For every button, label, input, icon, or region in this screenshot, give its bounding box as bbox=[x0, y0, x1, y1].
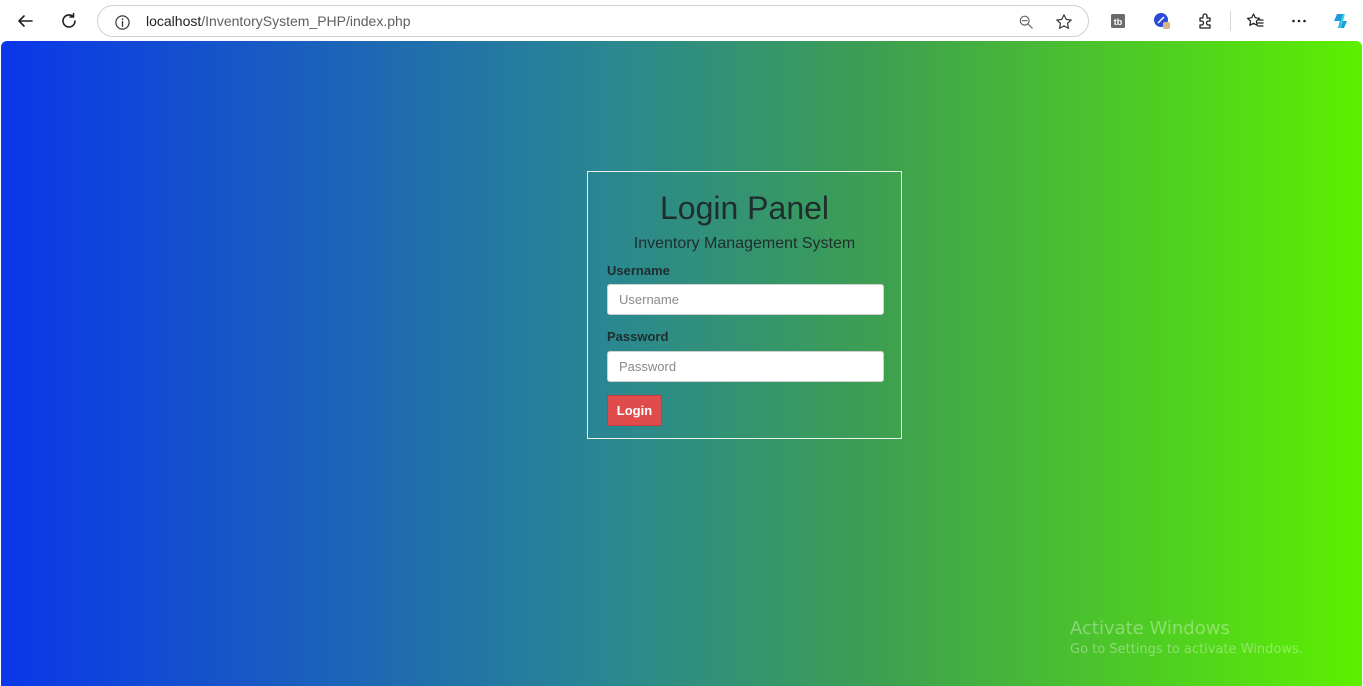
more-button[interactable] bbox=[1284, 6, 1314, 36]
more-icon bbox=[1292, 19, 1306, 23]
profile-icon bbox=[1154, 13, 1170, 29]
browser-toolbar: localhost/InventorySystem_PHP/index.php … bbox=[0, 0, 1363, 41]
address-bar[interactable]: localhost/InventorySystem_PHP/index.php bbox=[97, 5, 1089, 37]
copilot-button[interactable] bbox=[1326, 6, 1356, 36]
back-button[interactable] bbox=[10, 6, 40, 36]
extension-tb-button[interactable]: tb bbox=[1103, 6, 1133, 36]
username-input[interactable] bbox=[607, 284, 884, 315]
reload-button[interactable] bbox=[54, 6, 84, 36]
panel-title: Login Panel bbox=[659, 190, 830, 226]
password-label: Password bbox=[607, 329, 669, 344]
back-icon bbox=[18, 15, 33, 27]
info-icon[interactable] bbox=[112, 12, 132, 32]
page-viewport: Login Panel Inventory Management System … bbox=[1, 41, 1362, 686]
reload-icon bbox=[62, 12, 76, 28]
password-input[interactable] bbox=[607, 351, 884, 382]
login-panel: Login Panel Inventory Management System … bbox=[587, 171, 902, 439]
login-button[interactable]: Login bbox=[607, 395, 662, 426]
favorites-button[interactable] bbox=[1240, 6, 1270, 36]
zoom-icon[interactable] bbox=[1016, 12, 1036, 32]
watermark-title: Activate Windows bbox=[1070, 618, 1230, 639]
copilot-icon bbox=[1334, 14, 1347, 28]
username-label: Username bbox=[607, 263, 670, 278]
profile-button[interactable] bbox=[1147, 6, 1177, 36]
star-icon[interactable] bbox=[1054, 12, 1074, 32]
toolbar-divider bbox=[1230, 11, 1231, 31]
svg-text:tb: tb bbox=[1114, 17, 1123, 27]
watermark-subtitle: Go to Settings to activate Windows. bbox=[1070, 642, 1303, 657]
url-path: /InventorySystem_PHP/index.php bbox=[201, 13, 411, 29]
activate-windows-watermark: Activate Windows Go to Settings to activ… bbox=[1070, 618, 1303, 657]
url-host: localhost bbox=[146, 13, 202, 29]
puzzle-icon bbox=[1199, 13, 1211, 29]
extension-tb-icon: tb bbox=[1111, 14, 1125, 28]
url-text[interactable]: localhost/InventorySystem_PHP/index.php bbox=[146, 13, 411, 29]
panel-subtitle: Inventory Management System bbox=[633, 235, 856, 252]
extensions-button[interactable] bbox=[1191, 6, 1221, 36]
favorites-icon bbox=[1246, 13, 1264, 27]
